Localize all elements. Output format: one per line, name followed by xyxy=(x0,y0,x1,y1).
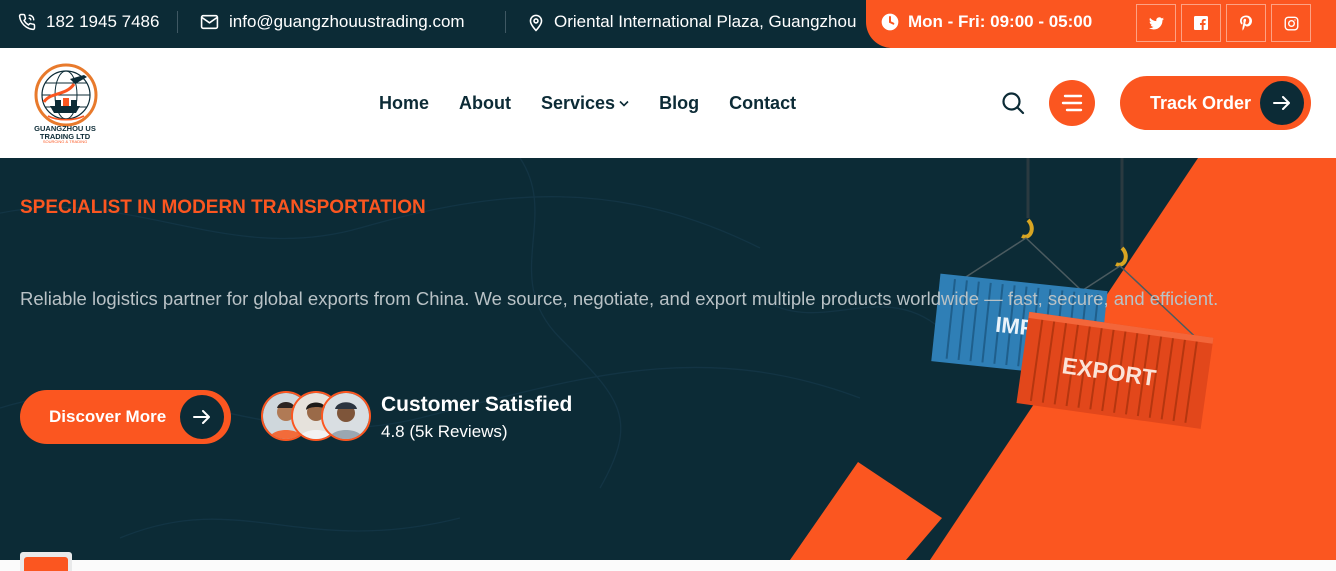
phone-icon xyxy=(18,13,36,31)
address-contact[interactable]: Oriental International Plaza, Guangzhou xyxy=(528,0,856,44)
nav-services[interactable]: Services xyxy=(541,93,629,114)
email-contact[interactable]: info@guangzhouustrading.com xyxy=(200,0,465,44)
scroll-top-indicator xyxy=(24,557,68,571)
chevron-down-icon xyxy=(619,100,629,107)
nav-about[interactable]: About xyxy=(459,93,511,114)
opening-hours: Mon - Fri: 09:00 - 05:00 xyxy=(880,0,1092,44)
mail-icon xyxy=(200,14,219,30)
main-nav: Home About Services Blog Contact xyxy=(379,48,826,158)
divider xyxy=(177,11,178,33)
satisfaction-rating: 4.8 (5k Reviews) xyxy=(381,422,508,441)
hours-text: Mon - Fri: 09:00 - 05:00 xyxy=(908,12,1093,31)
instagram-link[interactable] xyxy=(1271,4,1311,42)
location-pin-icon xyxy=(529,14,543,32)
instagram-icon xyxy=(1284,16,1298,30)
phone-number: 182 1945 7486 xyxy=(46,12,160,31)
twitter-icon xyxy=(1148,16,1164,29)
facebook-link[interactable] xyxy=(1181,4,1221,42)
clock-icon xyxy=(881,13,899,31)
nav-contact[interactable]: Contact xyxy=(729,93,796,114)
twitter-link[interactable] xyxy=(1136,4,1176,42)
phone-contact[interactable]: 182 1945 7486 xyxy=(18,0,159,44)
next-section-edge xyxy=(0,560,1336,571)
track-order-button[interactable]: Track Order xyxy=(1120,76,1311,130)
logo-tagline: SOURCING & TRADING xyxy=(42,139,88,144)
facebook-icon xyxy=(1194,16,1208,30)
nav-services-label: Services xyxy=(541,92,616,113)
arrow-right-icon xyxy=(1260,81,1304,125)
discover-more-label: Discover More xyxy=(49,407,167,426)
site-header: GUANGZHOU US TRADING LTD SOURCING & TRAD… xyxy=(0,48,1336,158)
hamburger-icon xyxy=(1061,94,1083,112)
avatar xyxy=(321,391,371,441)
pinterest-icon xyxy=(1240,15,1252,31)
hours-banner: Mon - Fri: 09:00 - 05:00 xyxy=(866,0,1336,48)
email-address: info@guangzhouustrading.com xyxy=(229,12,465,31)
divider xyxy=(505,11,506,33)
hero-tagline: SPECIALIST IN MODERN TRANSPORTATION xyxy=(20,197,426,218)
satisfaction-title: Customer Satisfied xyxy=(381,393,573,416)
track-order-label: Track Order xyxy=(1150,92,1252,113)
scroll-top-tab[interactable] xyxy=(20,552,72,571)
nav-home[interactable]: Home xyxy=(379,93,429,114)
hero-description: Reliable logistics partner for global ex… xyxy=(20,288,1219,309)
customer-avatars xyxy=(261,391,373,443)
hero-section: IMP EXPORT SPECIALIST IN MODERN TRANSPOR… xyxy=(0,158,1336,560)
address-text: Oriental International Plaza, Guangzhou xyxy=(554,12,857,31)
menu-button[interactable] xyxy=(1049,80,1095,126)
top-bar: 182 1945 7486 info@guangzhouustrading.co… xyxy=(0,0,1336,48)
nav-blog[interactable]: Blog xyxy=(659,93,699,114)
pinterest-link[interactable] xyxy=(1226,4,1266,42)
discover-more-button[interactable]: Discover More xyxy=(20,390,231,444)
search-icon[interactable] xyxy=(1001,91,1025,115)
arrow-right-icon xyxy=(180,395,224,439)
